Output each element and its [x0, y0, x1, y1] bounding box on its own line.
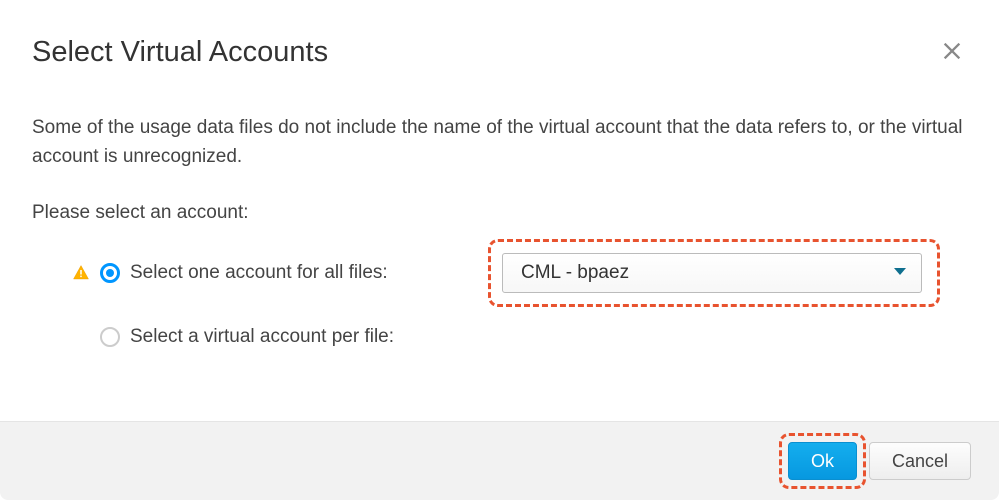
- chevron-down-icon: [893, 264, 907, 282]
- warning-icon: [72, 264, 90, 282]
- select-virtual-accounts-dialog: Select Virtual Accounts Some of the usag…: [0, 0, 999, 500]
- option-per-file-row: Select a virtual account per file:: [72, 316, 967, 358]
- cancel-button[interactable]: Cancel: [869, 442, 971, 480]
- dropdown-selected-value: CML - bpaez: [521, 262, 629, 284]
- dialog-body: Select Virtual Accounts Some of the usag…: [0, 0, 999, 421]
- ok-button-container: Ok: [788, 442, 857, 480]
- radio-per-file[interactable]: [100, 327, 120, 347]
- dialog-header: Select Virtual Accounts: [32, 36, 967, 71]
- account-dropdown-container: CML - bpaez: [502, 253, 922, 293]
- close-icon[interactable]: [937, 36, 967, 71]
- dialog-description: Some of the usage data files do not incl…: [32, 113, 967, 172]
- radio-all-files[interactable]: [100, 263, 120, 283]
- option-all-files-left: Select one account for all files:: [72, 262, 502, 284]
- dialog-title: Select Virtual Accounts: [32, 36, 328, 69]
- option-per-file-label: Select a virtual account per file:: [130, 326, 394, 348]
- dialog-prompt: Please select an account:: [32, 202, 967, 224]
- dialog-footer: Ok Cancel: [0, 421, 999, 500]
- radio-options-group: Select one account for all files: CML - …: [32, 252, 967, 358]
- option-per-file-left: Select a virtual account per file:: [72, 326, 502, 348]
- option-all-files-row: Select one account for all files: CML - …: [72, 252, 967, 294]
- account-dropdown[interactable]: CML - bpaez: [502, 253, 922, 293]
- ok-button[interactable]: Ok: [788, 442, 857, 480]
- option-all-files-label: Select one account for all files:: [130, 262, 388, 284]
